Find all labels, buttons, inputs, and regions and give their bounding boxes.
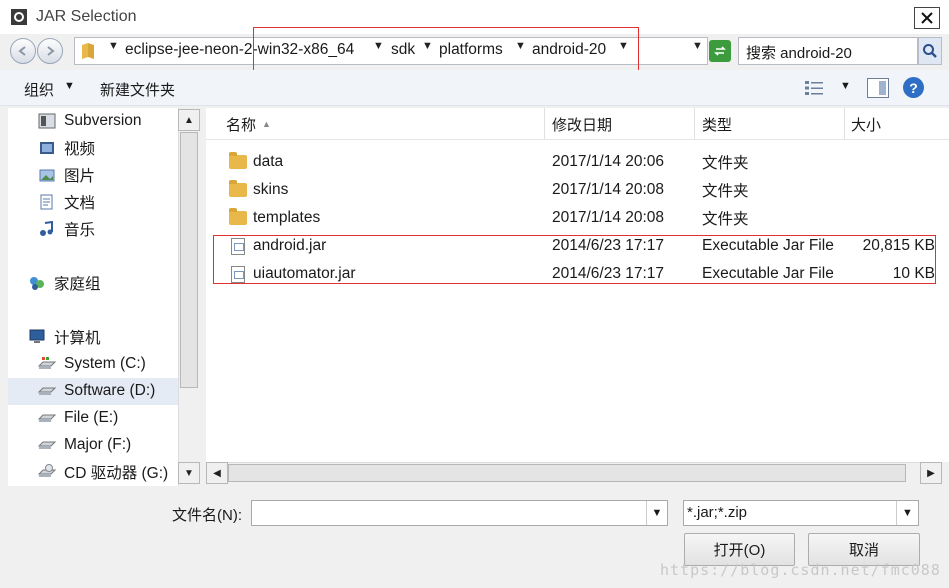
arrow-right-icon bbox=[47, 46, 55, 56]
column-header-date[interactable]: 修改日期 bbox=[552, 108, 612, 140]
refresh-icon bbox=[714, 46, 726, 56]
folder-icon bbox=[229, 204, 247, 232]
nav-item-label: 家庭组 bbox=[54, 276, 101, 293]
file-type: 文件夹 bbox=[702, 155, 749, 172]
nav-item-label: 视频 bbox=[64, 141, 96, 158]
nav-item-label: 文档 bbox=[64, 195, 96, 212]
search-button[interactable] bbox=[918, 37, 942, 65]
folder-icon bbox=[229, 148, 247, 176]
nav-item-pictures[interactable]: 图片 bbox=[38, 162, 95, 188]
column-header-type[interactable]: 类型 bbox=[702, 108, 732, 140]
nav-item-music[interactable]: 音乐 bbox=[38, 216, 95, 242]
search-icon bbox=[923, 44, 937, 58]
nav-item-label: File (E:) bbox=[64, 409, 119, 426]
nav-item-drive-c[interactable]: System (C:) bbox=[37, 351, 146, 377]
help-icon[interactable]: ? bbox=[903, 77, 924, 98]
documents-library-icon bbox=[38, 194, 56, 210]
view-options-icon[interactable] bbox=[804, 79, 824, 101]
nav-item-documents[interactable]: 文档 bbox=[38, 189, 95, 215]
column-divider[interactable] bbox=[694, 108, 695, 140]
file-date: 2017/1/14 20:06 bbox=[552, 153, 665, 170]
filename-dropdown-button[interactable]: ▼ bbox=[646, 501, 667, 525]
nav-item-label: Software (D:) bbox=[64, 382, 156, 399]
address-history-dropdown[interactable]: ▼ bbox=[692, 40, 703, 52]
homegroup-icon bbox=[28, 275, 46, 291]
column-header-size[interactable]: 大小 bbox=[851, 108, 881, 140]
column-divider[interactable] bbox=[844, 108, 845, 140]
close-icon bbox=[921, 12, 933, 24]
nav-item-subversion[interactable]: Subversion bbox=[38, 108, 142, 134]
scroll-up-button[interactable]: ▲ bbox=[178, 109, 200, 131]
preview-pane-icon[interactable] bbox=[867, 78, 889, 98]
column-header-name[interactable]: 名称 ▲ bbox=[226, 108, 271, 140]
scroll-left-button[interactable]: ◀ bbox=[206, 462, 228, 484]
computer-icon bbox=[28, 329, 46, 345]
column-divider[interactable] bbox=[544, 108, 545, 140]
window-title: JAR Selection bbox=[36, 8, 137, 25]
back-button[interactable] bbox=[10, 38, 36, 64]
nav-item-label: CD 驱动器 (G:) bbox=[64, 465, 169, 482]
filetype-value: *.jar;*.zip bbox=[687, 504, 748, 521]
scroll-down-button[interactable]: ▼ bbox=[178, 462, 200, 484]
drive-icon bbox=[37, 383, 57, 399]
filename-field[interactable] bbox=[251, 500, 668, 526]
folder-icon bbox=[229, 176, 247, 204]
watermark-text: https://blog.csdn.net/fmc088 bbox=[660, 561, 941, 579]
file-type: 文件夹 bbox=[702, 211, 749, 228]
music-library-icon bbox=[38, 220, 56, 237]
nav-item-drive-g[interactable]: CD 驱动器 (G:) bbox=[37, 459, 169, 485]
file-date: 2017/1/14 20:08 bbox=[552, 181, 665, 198]
horizontal-scrollbar-thumb[interactable] bbox=[228, 464, 906, 482]
file-name: data bbox=[253, 153, 284, 170]
subversion-icon bbox=[38, 113, 56, 129]
nav-item-computer[interactable]: 计算机 bbox=[28, 324, 101, 350]
forward-button[interactable] bbox=[37, 38, 63, 64]
chevron-down-icon[interactable]: ▼ bbox=[108, 40, 119, 52]
nav-item-homegroup[interactable]: 家庭组 bbox=[28, 270, 101, 296]
nav-item-label: Subversion bbox=[64, 112, 142, 129]
chevron-down-icon[interactable]: ▼ bbox=[64, 80, 75, 92]
drive-icon bbox=[37, 410, 57, 426]
file-date: 2017/1/14 20:08 bbox=[552, 209, 665, 226]
nav-item-label: 计算机 bbox=[54, 330, 101, 347]
nav-item-drive-f[interactable]: Major (F:) bbox=[37, 432, 132, 458]
filename-label: 文件名(N): bbox=[172, 507, 242, 524]
nav-item-drive-e[interactable]: File (E:) bbox=[37, 405, 119, 431]
search-placeholder: 搜索 android-20 bbox=[746, 45, 852, 62]
app-icon bbox=[10, 8, 28, 26]
folder-icon bbox=[80, 42, 96, 64]
system-drive-icon bbox=[37, 356, 57, 372]
nav-item-video[interactable]: 视频 bbox=[38, 135, 95, 161]
nav-scrollbar-thumb[interactable] bbox=[180, 132, 198, 388]
close-button[interactable] bbox=[914, 7, 940, 29]
file-name: templates bbox=[253, 209, 321, 226]
video-library-icon bbox=[38, 140, 56, 156]
new-folder-button[interactable]: 新建文件夹 bbox=[100, 79, 175, 100]
nav-item-label: 图片 bbox=[64, 168, 96, 185]
scroll-right-button[interactable]: ▶ bbox=[920, 462, 942, 484]
sort-ascending-icon: ▲ bbox=[262, 119, 271, 129]
nav-item-drive-d[interactable]: Software (D:) bbox=[37, 378, 156, 404]
file-type: 文件夹 bbox=[702, 183, 749, 200]
refresh-button[interactable] bbox=[709, 40, 731, 62]
organize-menu[interactable]: 组织 bbox=[24, 79, 54, 100]
chevron-down-icon[interactable]: ▼ bbox=[840, 80, 851, 92]
nav-item-label: 音乐 bbox=[64, 222, 96, 239]
column-header-label: 名称 bbox=[226, 116, 257, 134]
highlight-box-jar-files bbox=[213, 235, 936, 284]
nav-item-label: Major (F:) bbox=[64, 436, 132, 453]
file-name: skins bbox=[253, 181, 289, 198]
cd-drive-icon bbox=[37, 464, 57, 480]
pictures-library-icon bbox=[38, 167, 56, 183]
filetype-dropdown-button[interactable]: ▼ bbox=[896, 501, 918, 525]
drive-icon bbox=[37, 437, 57, 453]
nav-item-label: System (C:) bbox=[64, 355, 146, 372]
arrow-left-icon bbox=[18, 46, 26, 56]
